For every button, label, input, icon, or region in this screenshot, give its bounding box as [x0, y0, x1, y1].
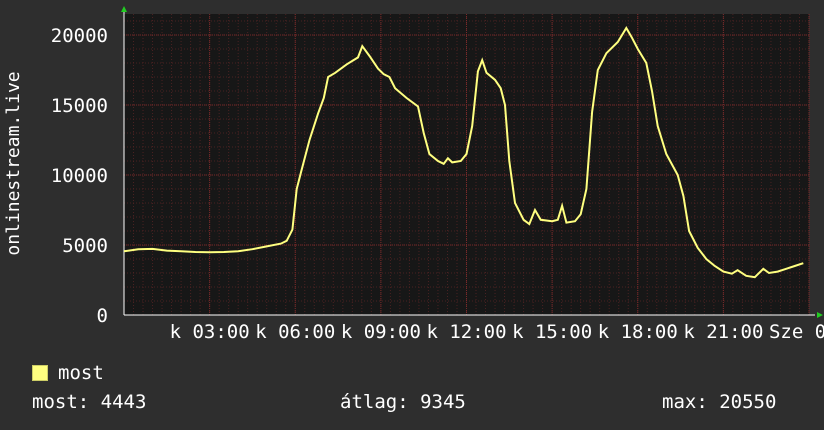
- stat-average: átlag: 9345: [340, 391, 466, 413]
- x-tick-label: k 09:00: [341, 321, 421, 343]
- x-tick-label: k 06:00: [255, 321, 335, 343]
- y-tick-label: 20000: [51, 25, 108, 47]
- x-tick-label: Sze 00:: [769, 321, 824, 343]
- x-axis-arrow: [817, 312, 823, 318]
- y-tick-labels: 0 5000 10000 15000 20000: [51, 25, 108, 327]
- chart: 0 5000 10000 15000 20000 k 03:00 k 06:00 k 09:…: [3, 6, 824, 343]
- x-tick-label: k 12:00: [426, 321, 506, 343]
- y-axis-label: onlinestream.live: [3, 71, 24, 255]
- x-tick-label: k 03:00: [170, 321, 250, 343]
- stat-current: most: 4443: [32, 391, 147, 413]
- y-tick-label: 15000: [51, 95, 108, 117]
- y-tick-label: 10000: [51, 165, 108, 187]
- x-tick-label: k 18:00: [598, 321, 678, 343]
- legend: most: [32, 362, 104, 384]
- x-tick-label: k 21:00: [683, 321, 763, 343]
- y-tick-label: 5000: [62, 235, 108, 257]
- legend-label-most: most: [58, 362, 104, 384]
- y-tick-label: 0: [97, 305, 108, 327]
- y-axis-arrow: [121, 6, 127, 12]
- x-tick-labels: k 03:00 k 06:00 k 09:00 k 12:00 k 15:00 k 18:…: [170, 321, 824, 343]
- legend-swatch-most: [32, 365, 48, 381]
- stat-max: max: 20550: [662, 391, 777, 413]
- x-tick-label: k 15:00: [512, 321, 592, 343]
